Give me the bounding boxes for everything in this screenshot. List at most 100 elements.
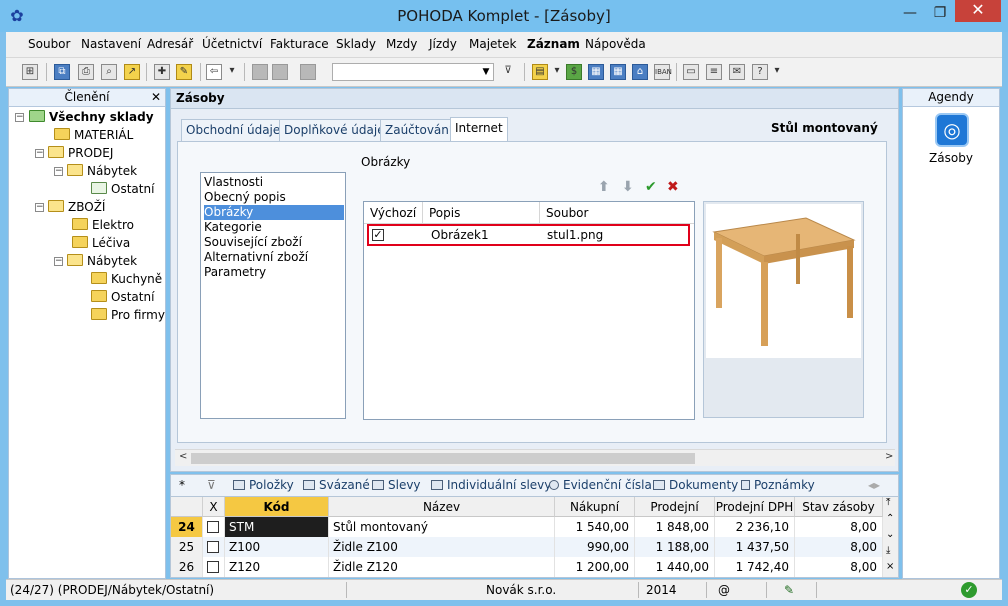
scroll-top-icon[interactable]: ⤒ (886, 497, 890, 508)
bank-icon[interactable]: ⌂ (632, 64, 648, 80)
checkbox[interactable] (207, 521, 219, 533)
tree-item-zbozi-nabytek[interactable]: Nábytek (67, 252, 137, 270)
header-prodejni[interactable]: Prodejní (635, 497, 715, 517)
vertical-scrollbar[interactable]: ⤒ ⌃ ⌄ ⤓ × (883, 497, 898, 577)
cell-prodejni[interactable]: 1 188,00 (635, 537, 715, 557)
collapse-icon[interactable]: − (15, 113, 24, 122)
header-prodejni-dph[interactable]: Prodejní DPH (715, 497, 795, 517)
tab-svazane[interactable]: Svázané (303, 478, 370, 492)
tree-item-zbozi-ostatni[interactable]: Ostatní (91, 288, 154, 306)
section-list[interactable]: Vlastnosti Obecný popis Obrázky Kategori… (200, 172, 346, 419)
combo-arrow-icon[interactable]: ▼ (479, 64, 493, 80)
money-icon[interactable]: $ (566, 64, 582, 80)
new-record-icon[interactable]: ✚ (154, 64, 170, 80)
table-row[interactable]: 24 STM Stůl montovaný 1 540,00 1 848,00 … (171, 517, 883, 537)
minimize-button[interactable]: — (895, 2, 925, 24)
collapse-icon[interactable]: − (35, 149, 44, 158)
cell-kod[interactable]: STM (225, 517, 329, 537)
cell-nakupni[interactable]: 990,00 (555, 537, 635, 557)
filter-icon[interactable]: ⊽ (207, 478, 216, 492)
folder-tools-dropdown-icon[interactable]: ▾ (549, 64, 565, 80)
scroll-bottom-icon[interactable]: ⤓ (886, 545, 890, 556)
tree-item-prodej-nabytek[interactable]: Nábytek (67, 162, 137, 180)
table-row[interactable]: 25 Z100 Židle Z100 990,00 1 188,00 1 437… (171, 537, 883, 557)
cell-nakupni[interactable]: 1 200,00 (555, 557, 635, 577)
tab-evidencni-cisla[interactable]: Evidenční čísla (549, 478, 652, 492)
menu-jizdy[interactable]: Jízdy (429, 37, 457, 51)
collapse-icon[interactable]: − (54, 167, 63, 176)
folder-tools-icon[interactable]: ▤ (532, 64, 548, 80)
cell-stav-zasoby[interactable]: 8,00 (795, 557, 883, 577)
tree-item-material[interactable]: MATERIÁL (54, 126, 133, 144)
tab-internet[interactable]: Internet (450, 117, 508, 142)
menu-nastaveni[interactable]: Nastavení (81, 37, 141, 51)
list-item[interactable]: Kategorie (204, 220, 344, 235)
list-item[interactable]: Parametry (204, 265, 344, 280)
iban-icon[interactable]: IBAN (654, 64, 672, 80)
horizontal-scrollbar[interactable]: < > (175, 449, 895, 466)
scroll-down-icon[interactable]: ⌄ (886, 529, 894, 540)
table-row[interactable]: 26 Z120 Židle Z120 1 200,00 1 440,00 1 7… (171, 557, 883, 577)
collapse-icon[interactable]: − (54, 257, 63, 266)
menu-soubor[interactable]: Soubor (28, 37, 70, 51)
export-icon[interactable]: ↗ (124, 64, 140, 80)
stock-agenda-icon[interactable]: ◎ (935, 113, 969, 147)
header-nazev[interactable]: Název (329, 497, 555, 517)
tab-doplnkove-udaje[interactable]: Doplňkové údaje (279, 119, 390, 142)
asterisk-icon[interactable]: * (179, 478, 185, 492)
cell-kod[interactable]: Z100 (225, 537, 329, 557)
cell-prodejni[interactable]: 1 848,00 (635, 517, 715, 537)
tab-polozky[interactable]: Položky (233, 478, 294, 492)
scroll-thumb[interactable] (191, 453, 695, 464)
cell-kod[interactable]: Z120 (225, 557, 329, 577)
copy-icon[interactable]: ⧉ (54, 64, 70, 80)
list-icon[interactable]: ≡ (706, 64, 722, 80)
checkbox[interactable] (207, 561, 219, 573)
help-dropdown-icon[interactable]: ▾ (769, 64, 785, 80)
confirm-icon[interactable]: ✔ (645, 179, 657, 195)
tree-item-pro-firmy[interactable]: Pro firmy (91, 306, 165, 324)
cell-nazev[interactable]: Židle Z120 (329, 557, 555, 577)
tree-item-zbozi[interactable]: ZBOŽÍ (48, 198, 105, 216)
menu-majetek[interactable]: Majetek (469, 37, 516, 51)
grid-header-soubor[interactable]: Soubor (540, 202, 694, 224)
move-down-icon[interactable]: ⬇ (622, 179, 634, 195)
header-stav-zasoby[interactable]: Stav zásoby (795, 497, 883, 517)
scroll-left-icon[interactable]: < (179, 451, 187, 462)
row-checkbox[interactable] (203, 557, 225, 577)
scroll-close-icon[interactable]: × (886, 561, 894, 572)
tab-slevy[interactable]: Slevy (372, 478, 421, 492)
list-item[interactable]: Vlastnosti (204, 175, 344, 190)
grid-header-vychozi[interactable]: Výchozí (364, 202, 423, 224)
tabs-scroll-icon[interactable]: ◂▸ (868, 478, 880, 492)
menu-ucetnictvi[interactable]: Účetnictví (202, 37, 262, 51)
edit-icon[interactable]: ✎ (176, 64, 192, 80)
message-icon[interactable]: ✉ (729, 64, 745, 80)
grid-header-popis[interactable]: Popis (423, 202, 540, 224)
row-checkbox[interactable] (203, 517, 225, 537)
maximize-button[interactable]: ❐ (925, 2, 955, 24)
print-preview-icon[interactable]: ⌕ (101, 64, 117, 80)
search-combo[interactable]: ▼ (332, 63, 494, 81)
close-button[interactable]: ✕ (955, 0, 1001, 22)
menu-mzdy[interactable]: Mzdy (386, 37, 417, 51)
filter-icon[interactable]: ⊽ (500, 64, 516, 80)
cell-prodejni-dph[interactable]: 1 742,40 (715, 557, 795, 577)
tree-item-leciva[interactable]: Léčiva (72, 234, 130, 252)
tab-obchodni-udaje[interactable]: Obchodní údaje (181, 119, 286, 142)
header-kod[interactable]: Kód (225, 497, 329, 517)
tree-item-prodej-ostatni[interactable]: Ostatní (91, 180, 154, 198)
monitor-icon[interactable]: ▭ (683, 64, 699, 80)
list-item[interactable]: Související zboží (204, 235, 344, 250)
duplicate-icon[interactable] (300, 64, 316, 80)
checkbox[interactable] (207, 541, 219, 553)
back-icon[interactable]: ⇦ (206, 64, 222, 80)
tree-item-prodej[interactable]: PRODEJ (48, 144, 113, 162)
menu-adresar[interactable]: Adresář (147, 37, 193, 51)
cell-nakupni[interactable]: 1 540,00 (555, 517, 635, 537)
list-item-selected[interactable]: Obrázky (204, 205, 344, 220)
table-calc-icon[interactable]: ▦ (610, 64, 626, 80)
close-panel-icon[interactable]: ✕ (151, 89, 161, 106)
delete-icon[interactable]: ✖ (667, 179, 679, 195)
cell-stav-zasoby[interactable]: 8,00 (795, 537, 883, 557)
